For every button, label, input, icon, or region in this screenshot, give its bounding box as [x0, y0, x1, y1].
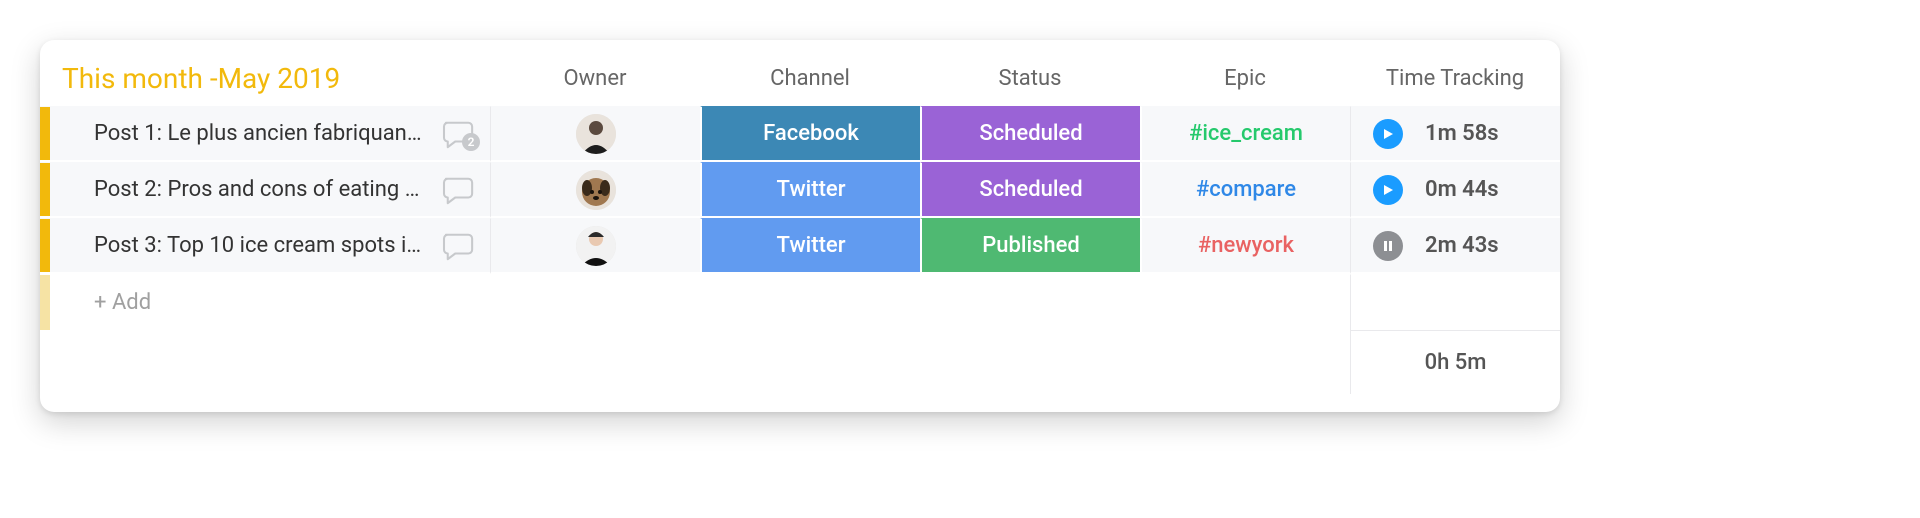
epic-cell[interactable]: #compare — [1140, 162, 1350, 218]
channel-label: Twitter — [777, 233, 846, 258]
time-value: 1m 58s — [1425, 121, 1499, 146]
time-value: 0m 44s — [1425, 177, 1499, 202]
avatar[interactable] — [576, 170, 616, 210]
group-footer: 0h 5m — [40, 330, 1560, 394]
col-channel[interactable]: Channel — [700, 50, 920, 106]
epic-label: #ice_cream — [1189, 121, 1303, 146]
status-cell[interactable]: Scheduled — [920, 106, 1140, 162]
group-color-bar — [40, 163, 50, 216]
table-row[interactable]: Post 2: Pros and cons of eating i… Twitt… — [40, 162, 1560, 218]
play-icon[interactable] — [1373, 119, 1403, 149]
board-group: This month -May 2019 Owner Channel Statu… — [40, 40, 1560, 412]
channel-label: Facebook — [763, 121, 859, 146]
chat-count-badge: 2 — [462, 133, 480, 151]
channel-cell[interactable]: Twitter — [700, 162, 920, 218]
time-tracking-total: 0h 5m — [1350, 330, 1560, 394]
status-label: Scheduled — [979, 121, 1082, 146]
group-title[interactable]: This month -May 2019 — [40, 50, 490, 106]
table-row[interactable]: Post 1: Le plus ancien fabriquant… 2 Fac… — [40, 106, 1560, 162]
status-label: Published — [982, 233, 1080, 258]
col-status[interactable]: Status — [920, 50, 1140, 106]
item-name[interactable]: Post 2: Pros and cons of eating i… — [94, 177, 428, 202]
group-color-bar — [40, 219, 50, 272]
item-name[interactable]: Post 3: Top 10 ice cream spots i… — [94, 233, 428, 258]
col-epic[interactable]: Epic — [1140, 50, 1350, 106]
avatar[interactable] — [576, 114, 616, 154]
table-row[interactable]: Post 3: Top 10 ice cream spots i… Twitte… — [40, 218, 1560, 274]
owner-cell[interactable] — [490, 162, 700, 218]
chat-bubble-icon[interactable] — [442, 175, 476, 205]
time-tracking-cell[interactable]: 1m 58s — [1350, 106, 1560, 162]
play-icon[interactable] — [1373, 175, 1403, 205]
owner-cell[interactable] — [490, 106, 700, 162]
time-tracking-cell[interactable]: 0m 44s — [1350, 162, 1560, 218]
col-time[interactable]: Time Tracking — [1350, 50, 1560, 106]
time-tracking-cell[interactable]: 2m 43s — [1350, 218, 1560, 274]
group-color-bar — [40, 275, 50, 330]
channel-cell[interactable]: Twitter — [700, 218, 920, 274]
epic-label: #compare — [1196, 177, 1296, 202]
epic-cell[interactable]: #newyork — [1140, 218, 1350, 274]
pause-icon[interactable] — [1373, 231, 1403, 261]
add-item-label[interactable]: + Add — [94, 290, 490, 315]
avatar[interactable] — [576, 226, 616, 266]
group-color-bar — [40, 107, 50, 160]
status-label: Scheduled — [979, 177, 1082, 202]
owner-cell[interactable] — [490, 218, 700, 274]
epic-label: #newyork — [1198, 233, 1294, 258]
column-headers: This month -May 2019 Owner Channel Statu… — [40, 50, 1560, 106]
item-name[interactable]: Post 1: Le plus ancien fabriquant… — [94, 121, 428, 146]
status-cell[interactable]: Scheduled — [920, 162, 1140, 218]
status-cell[interactable]: Published — [920, 218, 1140, 274]
channel-label: Twitter — [777, 177, 846, 202]
epic-cell[interactable]: #ice_cream — [1140, 106, 1350, 162]
channel-cell[interactable]: Facebook — [700, 106, 920, 162]
chat-bubble-icon[interactable] — [442, 231, 476, 261]
col-owner[interactable]: Owner — [490, 50, 700, 106]
chat-bubble-icon[interactable]: 2 — [442, 119, 476, 149]
add-row[interactable]: + Add — [40, 274, 1560, 330]
time-value: 2m 43s — [1425, 233, 1499, 258]
